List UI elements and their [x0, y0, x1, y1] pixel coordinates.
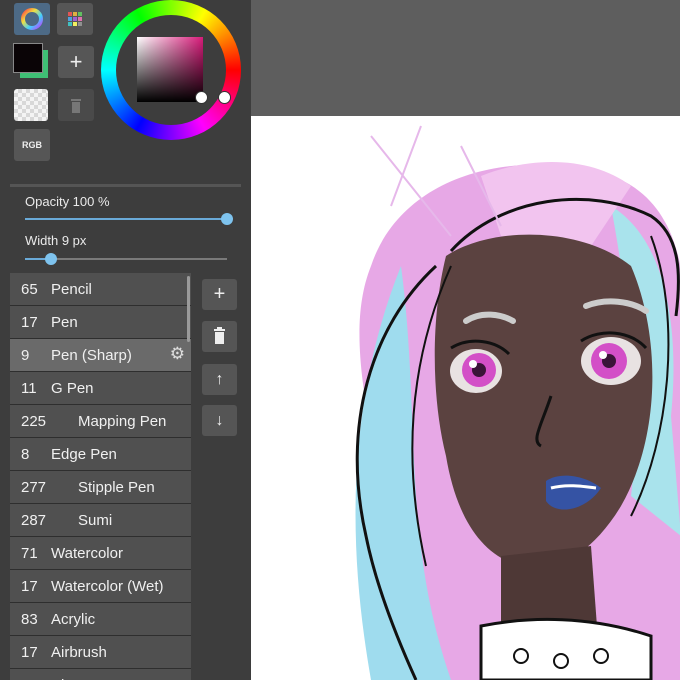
brush-name: Watercolor (Wet) — [51, 578, 164, 595]
brush-list: 65 Pencil 17 Pen 9 Pen (Sharp) ⚙ 11 G Pen 225 Mapp… — [10, 273, 191, 680]
delete-color-button[interactable] — [58, 89, 94, 121]
sv-picker-handle[interactable] — [195, 91, 208, 104]
rgb-button[interactable]: RGB — [14, 129, 50, 161]
add-brush-button[interactable]: + — [202, 279, 237, 310]
brush-size: 277 — [21, 479, 47, 496]
brush-row[interactable]: 9 Pen (Sharp) ⚙ — [10, 339, 191, 372]
brush-name: Edge Pen — [51, 446, 117, 463]
brush-size: 9 — [21, 347, 30, 364]
opacity-label: Opacity 100 % — [25, 194, 110, 209]
brush-size: 17 — [21, 644, 38, 661]
palette-tab[interactable] — [57, 3, 93, 35]
brush-row[interactable]: 277 Stipple Pen — [10, 471, 191, 504]
brush-row[interactable]: 11 G Pen — [10, 372, 191, 405]
brush-row[interactable]: 71 Watercolor — [10, 537, 191, 570]
move-down-button[interactable]: ↓ — [202, 405, 237, 436]
brush-name: G Pen — [51, 380, 94, 397]
move-up-button[interactable]: ↑ — [202, 364, 237, 395]
color-wheel-icon — [21, 8, 43, 30]
tool-panel: + RGB Opacity 100 % Width 9 px 65 Pencil 1… — [0, 0, 251, 680]
brush-name: Airbrush — [51, 644, 107, 661]
opacity-slider-thumb[interactable] — [221, 213, 233, 225]
brush-name: Watercolor — [51, 545, 123, 562]
trash-icon — [71, 99, 81, 113]
brush-row[interactable]: 17 Airbrush — [10, 636, 191, 669]
brush-row[interactable]: 54Blur — [10, 669, 191, 680]
primary-color-swatch[interactable] — [13, 43, 43, 73]
brush-size: 65 — [21, 281, 38, 298]
width-label: Width 9 px — [25, 233, 87, 248]
divider — [10, 184, 241, 187]
brush-row[interactable]: 225 Mapping Pen — [10, 405, 191, 438]
transparent-icon — [14, 89, 48, 121]
brush-name: Acrylic — [51, 611, 96, 628]
color-wheel-tab[interactable] — [14, 3, 50, 35]
brush-row[interactable]: 17 Watercolor (Wet) — [10, 570, 191, 603]
delete-brush-button[interactable] — [202, 321, 237, 352]
saturation-value-square[interactable] — [137, 37, 203, 102]
plus-icon: + — [69, 49, 83, 74]
width-slider-thumb[interactable] — [45, 253, 58, 265]
hue-picker-handle[interactable] — [218, 91, 231, 104]
opacity-slider-fill — [25, 218, 227, 220]
brush-row[interactable]: 8 Edge Pen — [10, 438, 191, 471]
brush-name: Stipple Pen — [78, 479, 155, 496]
brush-name: Sumi — [78, 512, 113, 529]
add-color-button[interactable]: + — [58, 46, 94, 78]
brush-size: 8 — [21, 446, 30, 463]
brush-size: 17 — [21, 314, 38, 331]
brush-size: 83 — [21, 611, 38, 628]
brush-row[interactable]: 65 Pencil — [10, 273, 191, 306]
drawing-canvas[interactable] — [251, 116, 680, 680]
canvas-background — [251, 0, 680, 116]
opacity-slider[interactable] — [25, 213, 233, 225]
brush-size: 225 — [21, 413, 47, 430]
brush-size: 11 — [21, 380, 37, 397]
brush-name: Mapping Pen — [78, 413, 167, 430]
brush-row[interactable]: 83 Acrylic — [10, 603, 191, 636]
trash-icon — [214, 327, 225, 344]
brush-list-scrollbar[interactable] — [187, 276, 190, 342]
brush-row[interactable]: 287 Sumi — [10, 504, 191, 537]
rgb-label: RGB — [22, 140, 42, 150]
brush-size: 17 — [21, 578, 38, 595]
brush-size: 287 — [21, 512, 47, 529]
brush-name: Pen — [51, 314, 78, 331]
brush-name: Pen (Sharp) — [51, 347, 132, 364]
brush-row[interactable]: 17 Pen — [10, 306, 191, 339]
width-slider[interactable] — [25, 253, 227, 265]
brush-size: 71 — [21, 545, 38, 562]
palette-grid-icon — [68, 12, 82, 26]
gear-icon[interactable]: ⚙ — [170, 344, 185, 364]
transparent-color-button[interactable] — [14, 89, 48, 121]
artwork-illustration — [355, 125, 680, 680]
brush-name: Pencil — [51, 281, 92, 298]
